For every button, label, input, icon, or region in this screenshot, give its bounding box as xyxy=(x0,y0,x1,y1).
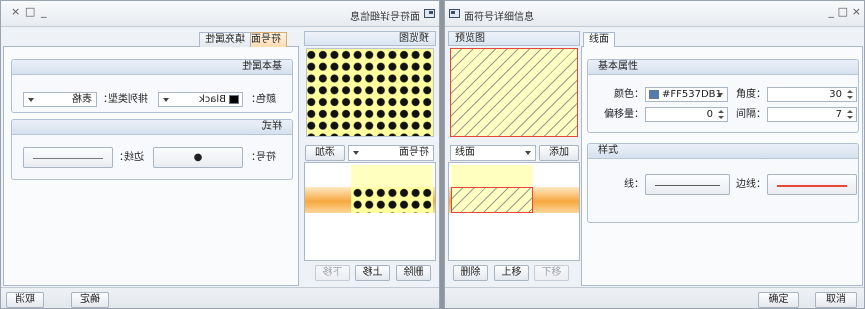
line-preview xyxy=(655,185,720,186)
arrange-type-select[interactable]: 表格 xyxy=(23,92,97,107)
tab-fill-properties[interactable]: 填充属性 xyxy=(199,32,251,47)
window-title: 面符号详细信息 xyxy=(350,12,420,23)
fill-layer-list[interactable] xyxy=(304,162,436,261)
chevron-down-icon xyxy=(163,98,169,102)
preview-header: 预览图 xyxy=(448,31,580,46)
angle-spinner[interactable]: 30 xyxy=(767,87,857,102)
tab-panel: 基本属性 颜色： Black 排列类型： 表格 样式 符号： ● 边线： xyxy=(3,46,299,286)
spin-down-icon[interactable] xyxy=(847,116,853,119)
spin-down-icon[interactable] xyxy=(718,116,724,119)
move-down-button: 下移 xyxy=(534,265,569,281)
fill-type-value: 符号面 xyxy=(399,147,429,158)
color-value: Black xyxy=(198,94,226,105)
tab-panel: 基本属性 颜色： #FF537DB1 角度： 30 偏移量： 0 间隔： 7 样… xyxy=(581,46,863,286)
title-bar[interactable]: 面符号详细信息 _ □ × xyxy=(445,1,864,27)
border-line-button[interactable] xyxy=(767,174,857,195)
border-line-button[interactable] xyxy=(23,147,113,168)
angle-label: 角度： xyxy=(736,89,766,100)
spinner-icon[interactable] xyxy=(846,89,854,100)
line-fill-dialog: 面符号详细信息 _ □ × 预览图 线面 添加 删除 上移 下移 线面 基本属性… xyxy=(444,0,865,309)
move-up-button[interactable]: 上移 xyxy=(494,265,529,281)
add-button[interactable]: 添加 xyxy=(539,145,579,161)
delete-button[interactable]: 删除 xyxy=(396,265,431,281)
spin-up-icon[interactable] xyxy=(847,90,853,93)
color-select[interactable]: Black xyxy=(158,92,243,107)
preview-image xyxy=(450,48,578,137)
minimize-icon[interactable]: _ xyxy=(829,6,835,18)
border-label: 边线： xyxy=(736,179,766,190)
color-label: 颜色： xyxy=(614,89,644,100)
symbol-fill-dialog-mirrored: 面符号详细信息 _ □ × 预览图 符号面 添加 删除 上移 下移 符号面 填充… xyxy=(0,0,440,309)
spin-up-icon[interactable] xyxy=(718,110,724,113)
line-style-button[interactable] xyxy=(645,174,730,195)
color-swatch xyxy=(229,95,239,104)
interval-label: 间隔： xyxy=(736,109,766,120)
preview-header: 预览图 xyxy=(304,31,436,46)
window-icon xyxy=(424,9,435,18)
move-down-button: 下移 xyxy=(315,265,350,281)
spin-up-icon[interactable] xyxy=(847,110,853,113)
minimize-icon[interactable]: _ xyxy=(41,5,47,18)
tab-symbol-fill[interactable]: 符号面 xyxy=(245,32,287,47)
list-item-selected[interactable] xyxy=(449,187,579,213)
ok-button[interactable]: 确定 xyxy=(71,292,109,308)
chevron-down-icon xyxy=(28,98,34,102)
symbol-label: 符号： xyxy=(246,152,276,163)
group-header: 基本属性 xyxy=(12,60,292,75)
list-item-selected[interactable] xyxy=(305,187,435,213)
preview-image xyxy=(306,48,434,137)
fill-layer-list[interactable] xyxy=(448,162,580,261)
move-up-button[interactable]: 上移 xyxy=(355,265,390,281)
symbol-button[interactable]: ● xyxy=(153,147,243,168)
fill-type-select[interactable]: 线面 xyxy=(450,145,536,161)
spinner-icon[interactable] xyxy=(717,109,725,120)
color-swatch xyxy=(649,90,659,99)
color-select[interactable]: #FF537DB1 xyxy=(645,87,728,102)
fill-type-select[interactable]: 符号面 xyxy=(348,145,434,161)
list-item-swatch xyxy=(351,187,433,213)
list-item-swatch xyxy=(451,187,533,213)
list-item[interactable] xyxy=(351,165,433,187)
border-line-preview xyxy=(777,185,847,187)
spinner-icon[interactable] xyxy=(846,109,854,120)
arrange-type-value: 表格 xyxy=(72,94,92,105)
chevron-down-icon xyxy=(717,93,723,97)
color-value: #FF537DB1 xyxy=(662,89,722,100)
angle-value: 30 xyxy=(829,89,842,100)
chevron-down-icon xyxy=(353,151,359,155)
interval-value: 7 xyxy=(835,109,842,120)
list-item[interactable] xyxy=(451,165,533,187)
dialog-footer: 确定 取消 xyxy=(445,287,864,308)
chevron-down-icon xyxy=(525,151,531,155)
cancel-button[interactable]: 取消 xyxy=(6,292,44,308)
ok-button[interactable]: 确定 xyxy=(758,292,799,308)
border-line-preview xyxy=(33,158,103,159)
close-icon[interactable]: × xyxy=(11,5,20,18)
line-label: 线： xyxy=(624,179,644,190)
window-icon xyxy=(449,9,460,18)
title-bar[interactable]: 面符号详细信息 _ □ × xyxy=(1,1,439,27)
dialog-footer: 确定 取消 xyxy=(1,287,439,308)
fill-type-value: 线面 xyxy=(455,147,475,158)
interval-spinner[interactable]: 7 xyxy=(767,107,857,122)
group-header: 样式 xyxy=(12,120,292,135)
add-button[interactable]: 添加 xyxy=(305,145,345,161)
close-icon[interactable]: × xyxy=(852,6,861,18)
cancel-button[interactable]: 取消 xyxy=(815,292,857,308)
delete-button[interactable]: 删除 xyxy=(453,265,488,281)
maximize-icon[interactable]: □ xyxy=(25,5,35,18)
spin-down-icon[interactable] xyxy=(847,96,853,99)
arrange-type-label: 排列类型： xyxy=(98,94,148,105)
group-header: 样式 xyxy=(588,144,858,159)
color-label: 颜色： xyxy=(246,94,276,105)
window-title: 面符号详细信息 xyxy=(464,12,534,23)
border-label: 边线： xyxy=(114,152,144,163)
group-header: 基本属性 xyxy=(588,60,858,75)
offset-spinner[interactable]: 0 xyxy=(645,107,728,122)
offset-value: 0 xyxy=(706,109,713,120)
offset-label: 偏移量： xyxy=(604,109,644,120)
tab-line-fill[interactable]: 线面 xyxy=(583,32,615,47)
maximize-icon[interactable]: □ xyxy=(838,6,848,18)
